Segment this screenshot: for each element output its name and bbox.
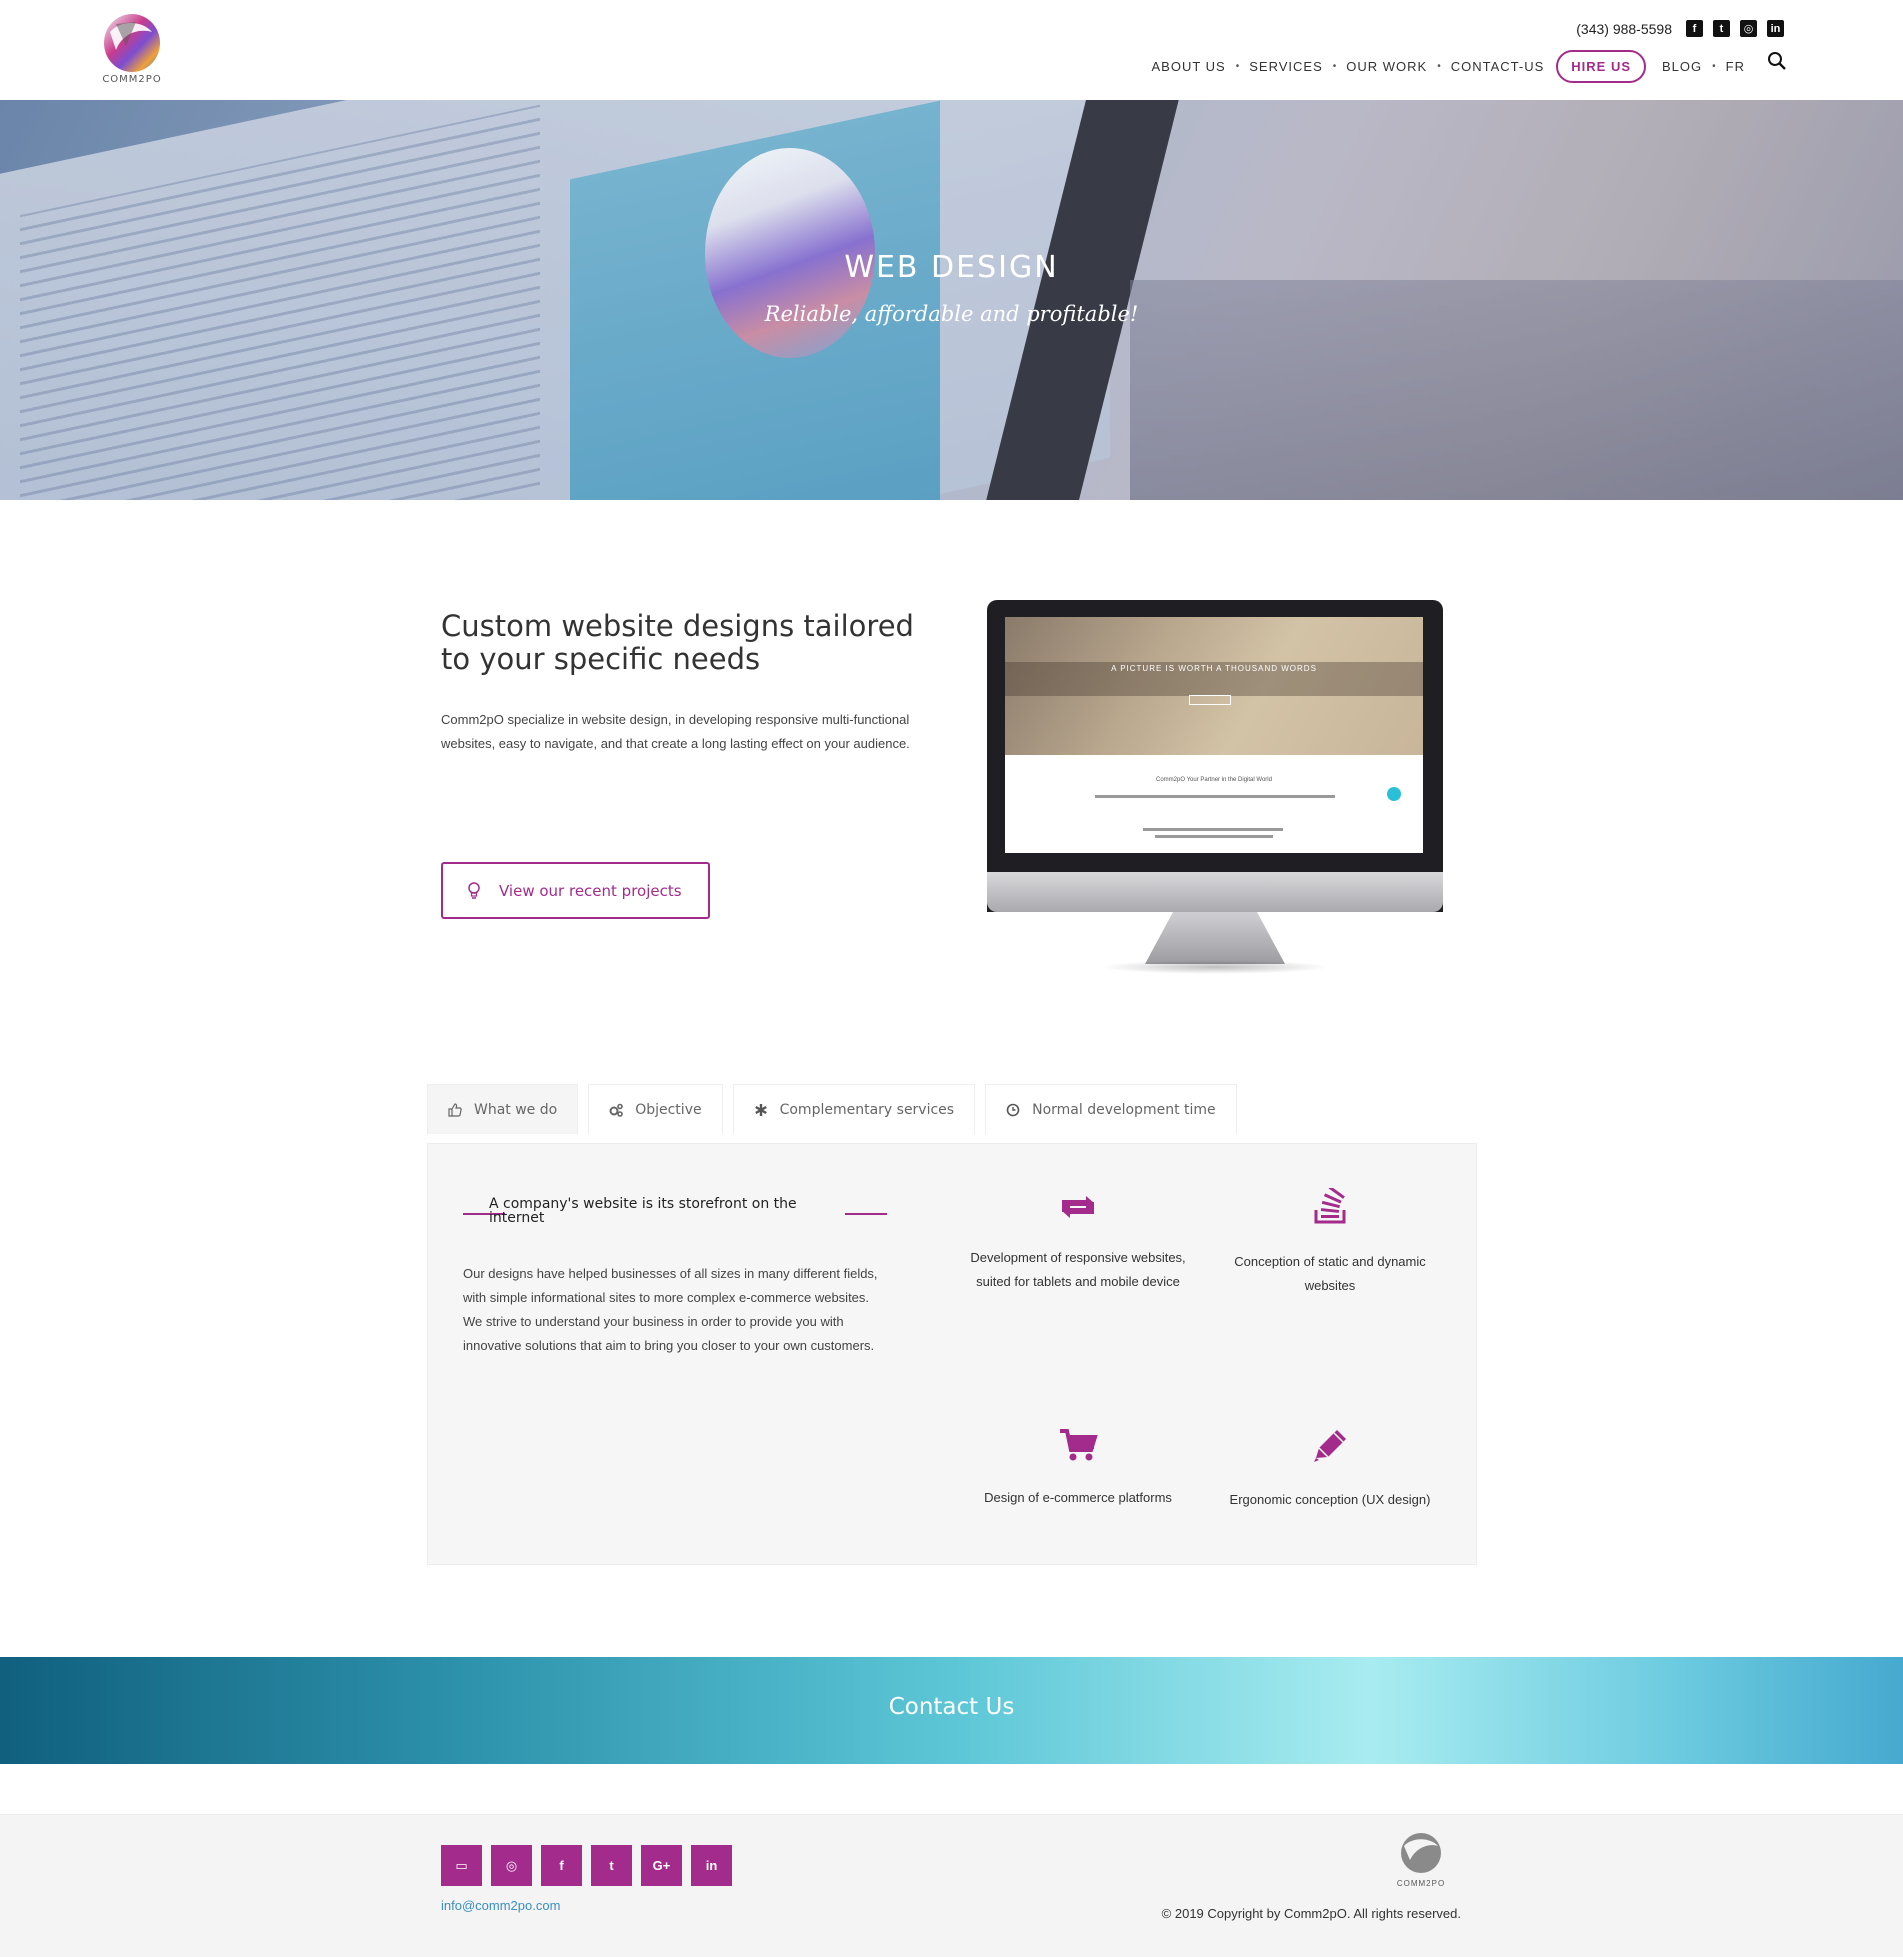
feature-label: Development of responsive websites, suit… <box>970 1250 1186 1289</box>
site-header: COMM2PO (343) 988-5598 f t ◎ in ABOUT US… <box>0 0 1903 100</box>
mockup-text-line <box>1155 835 1273 838</box>
monitor-chin <box>987 872 1443 912</box>
nav-services[interactable]: SERVICES <box>1243 59 1329 74</box>
view-projects-label: View our recent projects <box>499 881 682 900</box>
storefront-text: Our designs have helped businesses of al… <box>463 1266 878 1353</box>
monitor-stand <box>1145 912 1285 964</box>
service-tabs: What we do Objective Complementary servi… <box>427 1084 1237 1136</box>
nav-blog[interactable]: BLOG <box>1656 59 1708 74</box>
pencil-icon <box>1314 1430 1346 1462</box>
instagram-icon[interactable]: ◎ <box>1740 20 1757 37</box>
intro-heading: Custom website designs tailored to your … <box>441 609 914 676</box>
intro-text: Comm2pO specialize in website design, in… <box>441 712 910 751</box>
hero-title: WEB DESIGN <box>844 250 1059 285</box>
brand-logo[interactable]: COMM2PO <box>86 12 178 90</box>
tab-what-we-do[interactable]: What we do <box>427 1084 579 1134</box>
retweet-icon <box>1062 1196 1094 1218</box>
tab-label: Complementary services <box>779 1101 955 1118</box>
nav-separator: • <box>1712 60 1716 72</box>
hero-subtitle: Reliable, affordable and profitable! <box>764 302 1139 326</box>
mockup-hero-button <box>1189 695 1231 705</box>
feature-label: Design of e-commerce platforms <box>984 1490 1172 1505</box>
nav-separator: • <box>1332 60 1337 72</box>
phone-number[interactable]: (343) 988-5598 <box>1576 21 1672 37</box>
feature-static-dynamic: Conception of static and dynamic website… <box>1215 1188 1445 1298</box>
copyright: © 2019 Copyright by Comm2pO. All rights … <box>1161 1906 1461 1921</box>
tab-complementary-services[interactable]: Complementary services <box>732 1084 976 1134</box>
nav-our-work[interactable]: OUR WORK <box>1340 59 1433 74</box>
nav-separator: • <box>1437 60 1441 72</box>
tab-label: Normal development time <box>1032 1101 1216 1118</box>
mockup-tagline: Comm2pO Your Partner in the Digital Worl… <box>1156 777 1272 783</box>
search-icon[interactable] <box>1767 51 1791 75</box>
footer-logo: COMM2PO <box>1386 1832 1456 1888</box>
feature-ecommerce: Design of e-commerce platforms <box>963 1428 1193 1510</box>
site-footer <box>0 1814 1903 1957</box>
footer-email-link[interactable]: info@comm2po.com <box>441 1898 560 1913</box>
mockup-text-line <box>1143 828 1283 831</box>
monitor-shadow <box>1100 960 1330 974</box>
hero-overlay <box>0 100 1903 500</box>
google-plus-icon[interactable]: G+ <box>641 1845 682 1886</box>
view-projects-button[interactable]: View our recent projects <box>441 862 710 919</box>
stack-icon <box>1314 1188 1346 1224</box>
linkedin-icon[interactable]: in <box>691 1845 732 1886</box>
hire-us-button[interactable]: HIRE US <box>1556 49 1647 83</box>
card-icon[interactable]: ▭ <box>441 1845 482 1886</box>
asterisk-icon <box>754 1103 767 1116</box>
lightbulb-icon <box>468 881 480 899</box>
instagram-icon[interactable]: ◎ <box>491 1845 532 1886</box>
hero-banner <box>0 100 1903 500</box>
nav-separator: • <box>1235 60 1240 72</box>
linkedin-icon[interactable]: in <box>1767 20 1784 37</box>
tab-objective[interactable]: Objective <box>588 1084 723 1134</box>
twitter-icon[interactable]: t <box>1713 20 1730 37</box>
brand-logo-mark <box>104 14 160 72</box>
facebook-icon[interactable]: f <box>1686 20 1703 37</box>
feature-label: Ergonomic conception (UX design) <box>1229 1492 1431 1507</box>
feature-label: Conception of static and dynamic website… <box>1234 1254 1426 1293</box>
storefront-heading: A company's website is its storefront on… <box>489 1196 797 1226</box>
nav-contact-us[interactable]: CONTACT-US <box>1445 59 1551 74</box>
gears-icon <box>609 1103 624 1117</box>
footer-social-links: ▭ ◎ f t G+ in <box>441 1845 732 1886</box>
twitter-icon[interactable]: t <box>591 1845 632 1886</box>
cart-icon <box>1060 1429 1098 1461</box>
mockup-chat-icon <box>1387 787 1401 801</box>
title-rule-right <box>845 1213 887 1215</box>
feature-ux-design: Ergonomic conception (UX design) <box>1215 1428 1445 1512</box>
clock-icon <box>1006 1103 1020 1116</box>
monitor-screen: A PICTURE IS WORTH A THOUSAND WORDS Comm… <box>1005 617 1423 853</box>
brand-wordmark: COMM2PO <box>102 74 162 85</box>
tab-label: What we do <box>474 1101 558 1118</box>
facebook-icon[interactable]: f <box>541 1845 582 1886</box>
mockup-text-line <box>1095 795 1335 798</box>
language-switch[interactable]: FR <box>1720 59 1751 74</box>
nav-about-us[interactable]: ABOUT US <box>1146 59 1232 74</box>
footer-wordmark: COMM2PO <box>1396 1879 1446 1888</box>
feature-responsive: Development of responsive websites, suit… <box>963 1192 1193 1294</box>
footer-logo-mark <box>1401 1833 1441 1873</box>
top-contact-bar: (343) 988-5598 f t ◎ in <box>1576 20 1784 37</box>
tab-development-time[interactable]: Normal development time <box>985 1084 1237 1134</box>
main-nav: ABOUT US • SERVICES • OUR WORK • CONTACT… <box>1146 48 1792 84</box>
contact-us-link[interactable]: Contact Us <box>0 1694 1903 1720</box>
thumbs-up-icon <box>448 1102 462 1117</box>
mockup-hero-headline: A PICTURE IS WORTH A THOUSAND WORDS <box>1111 664 1317 673</box>
tab-label: Objective <box>635 1101 702 1118</box>
